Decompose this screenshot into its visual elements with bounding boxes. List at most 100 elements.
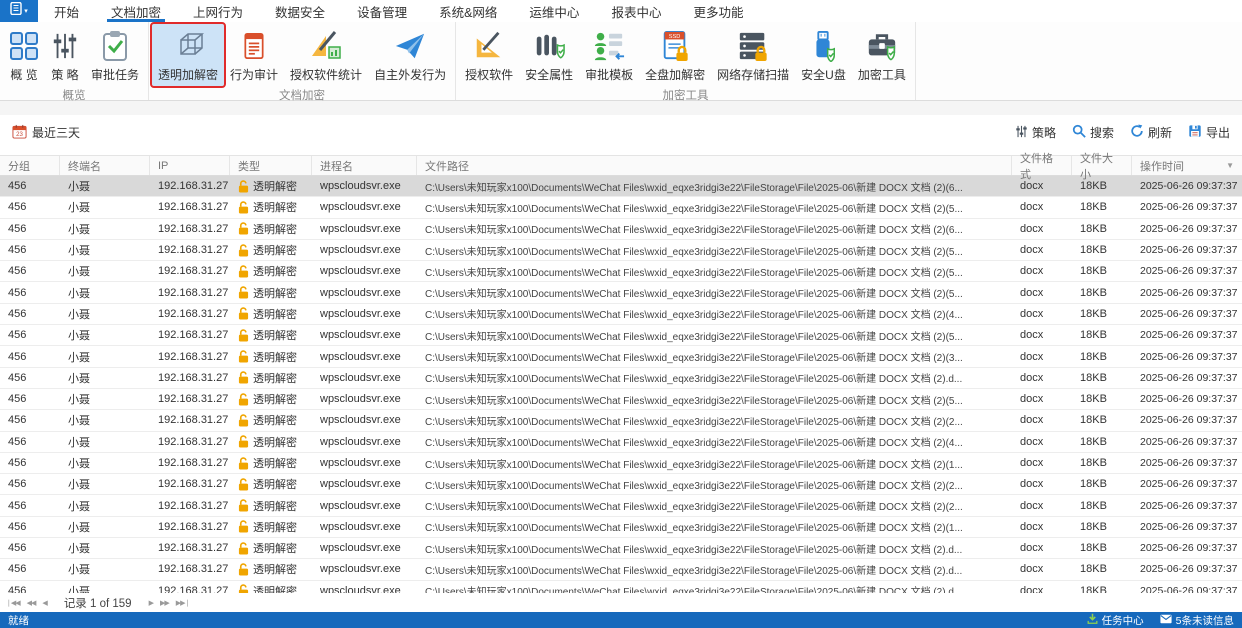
column-header-process[interactable]: 进程名 [312, 156, 417, 175]
cell-type: 透明解密 [230, 240, 312, 260]
column-header-format[interactable]: 文件格式 [1012, 153, 1072, 181]
column-options-dropdown-icon[interactable]: ▼ [1226, 161, 1234, 170]
table-row[interactable]: 456 小聂 192.168.31.27 透明解密 wpscloudsvr.ex… [0, 176, 1242, 198]
cell-type: 透明解密 [230, 389, 312, 409]
cell-format: docx [1020, 286, 1044, 299]
column-header-type[interactable]: 类型 [230, 156, 312, 175]
tab-设备管理[interactable]: 设备管理 [341, 0, 423, 22]
table-row[interactable]: 456 小聂 192.168.31.27 透明解密 wpscloudsvr.ex… [0, 197, 1242, 219]
table-row[interactable]: 456 小聂 192.168.31.27 透明解密 wpscloudsvr.ex… [0, 282, 1242, 304]
prev-page-button[interactable]: ◀ [42, 599, 47, 607]
tab-上网行为[interactable]: 上网行为 [177, 0, 259, 22]
ribbon-button-policy[interactable]: 策 略 [45, 24, 85, 86]
column-header-filepath[interactable]: 文件路径 [417, 156, 1012, 175]
policy-button[interactable]: 策略 [1015, 124, 1056, 141]
tab-运维中心[interactable]: 运维中心 [513, 0, 595, 22]
tab-开始[interactable]: 开始 [38, 0, 95, 22]
ribbon-button-behavior-audit[interactable]: 行为审计 [224, 24, 284, 86]
table-row[interactable]: 456 小聂 192.168.31.27 透明解密 wpscloudsvr.ex… [0, 239, 1242, 262]
tab-系统&网络[interactable]: 系统&网络 [423, 0, 513, 22]
ribbon-button-transparent-encryption[interactable]: 透明加解密 [150, 22, 227, 88]
cell-process: wpscloudsvr.exe [320, 371, 401, 384]
next-page-button[interactable]: ▶ [149, 599, 154, 607]
cell-filepath: C:\Users\未知玩家x100\Documents\WeChat Files… [425, 544, 963, 556]
column-header-time[interactable]: 操作时间 ▼ [1132, 156, 1242, 175]
cell-filesize: 18KB [1080, 499, 1107, 512]
cell-filesize: 18KB [1080, 244, 1107, 257]
table-row[interactable]: 456 小聂 192.168.31.27 透明解密 wpscloudsvr.ex… [0, 261, 1242, 283]
ribbon-button-outgoing-behavior[interactable]: 自主外发行为 [368, 24, 452, 86]
policy-label: 策略 [1031, 126, 1056, 140]
ribbon-button-security-attributes[interactable]: 安全属性 [519, 24, 579, 86]
ribbon-button-secure-usb[interactable]: 安全U盘 [795, 24, 852, 86]
date-range-label: 最近三天 [32, 126, 81, 140]
cell-ip: 192.168.31.27 [158, 457, 229, 469]
table-row[interactable]: 456 小聂 192.168.31.27 透明解密 wpscloudsvr.ex… [0, 516, 1242, 539]
cell-format: docx [1020, 478, 1044, 491]
cell-group: 456 [8, 542, 27, 555]
cell-filepath: C:\Users\未知玩家x100\Documents\WeChat Files… [425, 353, 963, 365]
tab-数据安全[interactable]: 数据安全 [259, 0, 341, 22]
open-lock-icon [238, 371, 249, 384]
cell-filepath: C:\Users\未知玩家x100\Documents\WeChat Files… [425, 502, 963, 514]
table-row[interactable]: 456 小聂 192.168.31.27 透明解密 wpscloudsvr.ex… [0, 495, 1242, 517]
ribbon-button-label: 审批任务 [91, 68, 140, 82]
table-row[interactable]: 456 小聂 192.168.31.27 透明解密 wpscloudsvr.ex… [0, 303, 1242, 326]
tab-报表中心[interactable]: 报表中心 [595, 0, 677, 22]
table-row[interactable]: 456 小聂 192.168.31.27 透明解密 wpscloudsvr.ex… [0, 474, 1242, 496]
date-range-filter[interactable]: 23 最近三天 [12, 124, 80, 142]
ribbon-group-overview: 概 览 策 略 审批任务 概览 [0, 22, 150, 102]
ribbon-button-approval-templates[interactable]: 审批模板 [579, 24, 639, 86]
ribbon-button-encryption-tools[interactable]: 加密工具 [852, 24, 912, 86]
app-menu-button[interactable]: ▾ [0, 0, 38, 22]
table-row[interactable]: 456 小聂 192.168.31.27 透明解密 wpscloudsvr.ex… [0, 580, 1242, 593]
ribbon-button-label: 全盘加解密 [645, 68, 706, 82]
column-header-ip[interactable]: IP [150, 156, 230, 175]
cell-terminal: 小聂 [68, 394, 90, 407]
cell-terminal: 小聂 [68, 202, 90, 215]
cell-terminal: 小聂 [68, 372, 90, 385]
cell-time: 2025-06-26 09:37:37 [1140, 563, 1238, 576]
column-header-group[interactable]: 分组 [0, 156, 60, 175]
status-ready-text: 就绪 [8, 614, 29, 627]
cell-group: 456 [8, 563, 27, 576]
status-bar: 就绪 任务中心 5条未读信息 [0, 612, 1242, 628]
unread-messages-button[interactable]: 5条未读信息 [1160, 613, 1234, 628]
column-header-filesize[interactable]: 文件大小 [1072, 153, 1132, 181]
cell-group: 456 [8, 393, 27, 406]
last-page-button[interactable]: ▶▶❘ [176, 599, 191, 607]
cell-format: docx [1020, 265, 1044, 278]
table-row[interactable]: 456 小聂 192.168.31.27 透明解密 wpscloudsvr.ex… [0, 218, 1242, 240]
table-row[interactable]: 456 小聂 192.168.31.27 透明解密 wpscloudsvr.ex… [0, 325, 1242, 347]
ribbon-button-overview[interactable]: 概 览 [3, 24, 45, 86]
table-row[interactable]: 456 小聂 192.168.31.27 透明解密 wpscloudsvr.ex… [0, 388, 1242, 411]
table-row[interactable]: 456 小聂 192.168.31.27 透明解密 wpscloudsvr.ex… [0, 346, 1242, 368]
table-row[interactable]: 456 小聂 192.168.31.27 透明解密 wpscloudsvr.ex… [0, 538, 1242, 560]
column-header-terminal[interactable]: 终端名 [60, 156, 150, 175]
prev-block-button[interactable]: ◀◀ [27, 599, 37, 607]
ribbon-button-licensed-software[interactable]: 授权软件 [459, 24, 519, 86]
tab-文档加密[interactable]: 文档加密 [95, 0, 177, 22]
first-page-button[interactable]: ❘◀◀ [6, 599, 21, 607]
table-row[interactable]: 456 小聂 192.168.31.27 透明解密 wpscloudsvr.ex… [0, 410, 1242, 432]
export-button[interactable]: 导出 [1188, 124, 1230, 141]
ribbon-button-network-storage-scan[interactable]: 网络存储扫描 [711, 24, 795, 86]
task-center-button[interactable]: 任务中心 [1087, 613, 1144, 628]
table-row[interactable]: 456 小聂 192.168.31.27 透明解密 wpscloudsvr.ex… [0, 431, 1242, 453]
table-row[interactable]: 456 小聂 192.168.31.27 透明解密 wpscloudsvr.ex… [0, 559, 1242, 581]
cell-process: wpscloudsvr.exe [320, 180, 401, 193]
refresh-button[interactable]: 刷新 [1130, 124, 1172, 141]
search-button[interactable]: 搜索 [1072, 124, 1114, 141]
ribbon-button-licensed-software-stats[interactable]: 授权软件统计 [284, 24, 368, 86]
cell-format: docx [1020, 414, 1044, 427]
ribbon-button-approval-tasks[interactable]: 审批任务 [85, 24, 145, 86]
open-lock-icon [238, 243, 249, 257]
sliders-icon [1015, 125, 1028, 141]
table-row[interactable]: 456 小聂 192.168.31.27 透明解密 wpscloudsvr.ex… [0, 367, 1242, 389]
ribbon-button-full-disk-encryption[interactable]: SSD 全盘加解密 [639, 24, 711, 86]
cell-group: 456 [8, 350, 27, 363]
next-block-button[interactable]: ▶▶ [160, 599, 170, 607]
tab-更多功能[interactable]: 更多功能 [677, 0, 759, 22]
cell-time: 2025-06-26 09:37:37 [1140, 393, 1238, 406]
table-row[interactable]: 456 小聂 192.168.31.27 透明解密 wpscloudsvr.ex… [0, 452, 1242, 475]
